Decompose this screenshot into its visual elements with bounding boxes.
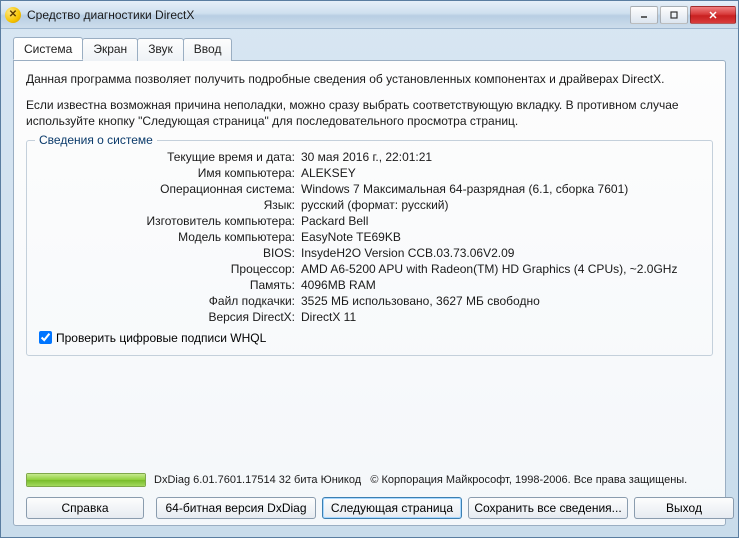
whql-checkbox[interactable] [39, 331, 52, 344]
row-manufacturer: Изготовитель компьютера:Packard Bell [37, 213, 702, 229]
titlebar[interactable]: ✕ Средство диагностики DirectX [1, 1, 738, 29]
minimize-button[interactable] [630, 6, 658, 24]
intro-text: Данная программа позволяет получить подр… [26, 71, 713, 130]
version-text: DxDiag 6.01.7601.17514 32 бита Юникод [154, 474, 361, 486]
system-info-title: Сведения о системе [35, 133, 157, 147]
row-language: Язык:русский (формат: русский) [37, 197, 702, 213]
window-title: Средство диагностики DirectX [27, 8, 630, 22]
tab-sound[interactable]: Звук [137, 38, 184, 61]
tab-strip: Система Экран Звук Ввод [13, 37, 726, 60]
system-info-group: Сведения о системе Текущие время и дата:… [26, 140, 713, 356]
exit-button[interactable]: Выход [634, 497, 734, 519]
row-processor: Процессор:AMD A6-5200 APU with Radeon(TM… [37, 261, 702, 277]
row-os: Операционная система:Windows 7 Максималь… [37, 181, 702, 197]
window-controls [630, 6, 736, 24]
intro-para-2: Если известна возможная причина неполадк… [26, 97, 713, 129]
dxdiag-window: ✕ Средство диагностики DirectX Система Э… [0, 0, 739, 538]
maximize-button[interactable] [660, 6, 688, 24]
tab-display[interactable]: Экран [82, 38, 138, 61]
row-model: Модель компьютера:EasyNote TE69KB [37, 229, 702, 245]
system-info-table: Текущие время и дата:30 мая 2016 г., 22:… [37, 149, 702, 325]
close-button[interactable] [690, 6, 736, 24]
copyright-text: © Корпорация Майкрософт, 1998-2006. Все … [370, 474, 687, 486]
row-memory: Память:4096MB RAM [37, 277, 702, 293]
footer-row: DxDiag 6.01.7601.17514 32 бита Юникод © … [26, 473, 713, 487]
next-page-button[interactable]: Следующая страница [322, 497, 462, 519]
whql-label: Проверить цифровые подписи WHQL [56, 331, 266, 345]
footer-text: DxDiag 6.01.7601.17514 32 бита Юникод © … [154, 474, 713, 486]
row-pagefile: Файл подкачки:3525 МБ использовано, 3627… [37, 293, 702, 309]
whql-checkbox-row: Проверить цифровые подписи WHQL [37, 331, 702, 345]
help-button[interactable]: Справка [26, 497, 144, 519]
intro-para-1: Данная программа позволяет получить подр… [26, 71, 713, 87]
row-directx: Версия DirectX:DirectX 11 [37, 309, 702, 325]
row-computername: Имя компьютера:ALEKSEY [37, 165, 702, 181]
tab-input[interactable]: Ввод [183, 38, 233, 61]
button-row: Справка 64-битная версия DxDiag Следующа… [26, 497, 713, 519]
dxdiag-icon: ✕ [5, 7, 21, 23]
save-all-button[interactable]: Сохранить все сведения... [468, 497, 628, 519]
tab-system[interactable]: Система [13, 37, 83, 60]
content-area: Система Экран Звук Ввод Данная программа… [1, 29, 738, 537]
progress-bar [26, 473, 146, 487]
tab-panel-system: Данная программа позволяет получить подр… [13, 60, 726, 526]
row-datetime: Текущие время и дата:30 мая 2016 г., 22:… [37, 149, 702, 165]
bit64-button[interactable]: 64-битная версия DxDiag [156, 497, 316, 519]
row-bios: BIOS:InsydeH2O Version CCB.03.73.06V2.09 [37, 245, 702, 261]
